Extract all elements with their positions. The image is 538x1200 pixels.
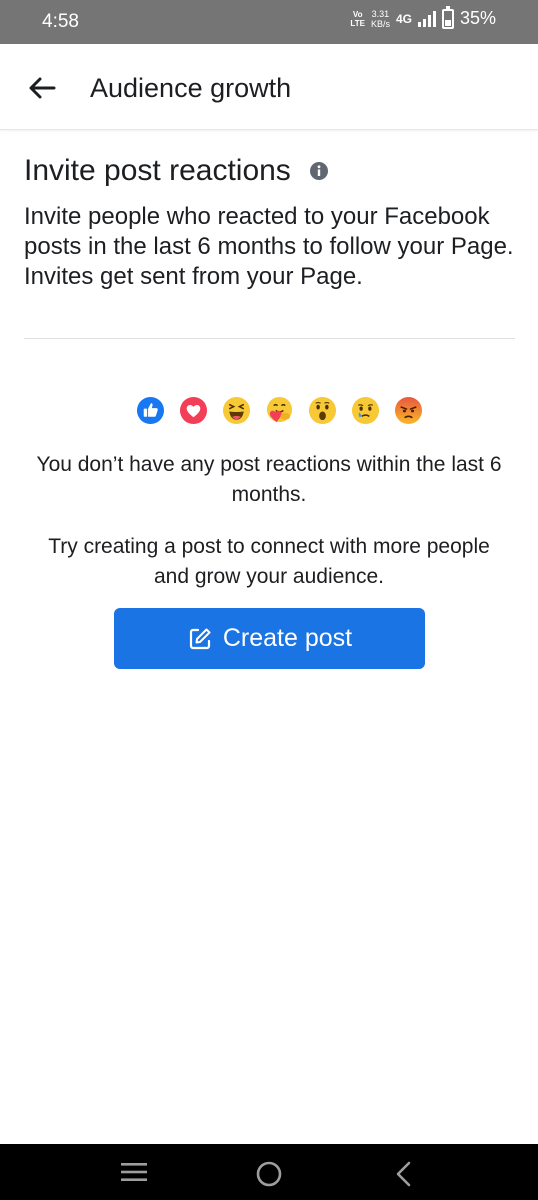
status-bar: 4:58 Vo LTE 3.31 KB/s 4G 35% <box>0 0 538 44</box>
back-arrow-icon <box>29 77 56 99</box>
network-speed: 3.31 KB/s <box>370 8 390 29</box>
volte-indicator: Vo LTE <box>350 9 365 28</box>
reactions-row <box>0 396 538 425</box>
edit-icon <box>189 628 211 649</box>
info-icon[interactable] <box>309 161 329 181</box>
create-post-button[interactable]: Create post <box>114 608 425 669</box>
back-button[interactable] <box>26 72 58 104</box>
wow-reaction-icon <box>308 396 336 425</box>
empty-state-description: Try creating a post to connect with more… <box>48 535 490 588</box>
battery-percent: 35% <box>459 8 496 28</box>
care-reaction-icon <box>266 396 292 423</box>
like-reaction-icon <box>136 396 164 425</box>
empty-state-title: You don’t have any post reactions within… <box>36 453 502 506</box>
back-nav-icon[interactable] <box>392 1160 414 1188</box>
angry-reaction-icon <box>394 396 422 425</box>
status-indicators: Vo LTE 3.31 KB/s 4G 35% <box>350 5 496 29</box>
status-time: 4:58 <box>42 11 79 32</box>
haha-reaction-icon <box>222 396 250 425</box>
system-navigation-bar <box>0 1144 538 1200</box>
battery-icon <box>441 5 454 29</box>
page-title: Audience growth <box>90 73 292 103</box>
app-header: Audience growth <box>0 44 538 130</box>
home-icon[interactable] <box>255 1160 283 1188</box>
love-reaction-icon <box>179 396 207 425</box>
sad-reaction-icon <box>351 396 379 425</box>
signal-icon <box>417 10 436 27</box>
create-post-label: Create post <box>222 624 353 652</box>
divider <box>24 338 515 339</box>
section-header: Invite post reactions <box>24 154 329 188</box>
section-description: Invite people who reacted to your Facebo… <box>24 203 514 290</box>
section-title: Invite post reactions <box>24 154 291 187</box>
recent-apps-icon[interactable] <box>120 1160 148 1184</box>
network-type: 4G <box>395 11 412 26</box>
